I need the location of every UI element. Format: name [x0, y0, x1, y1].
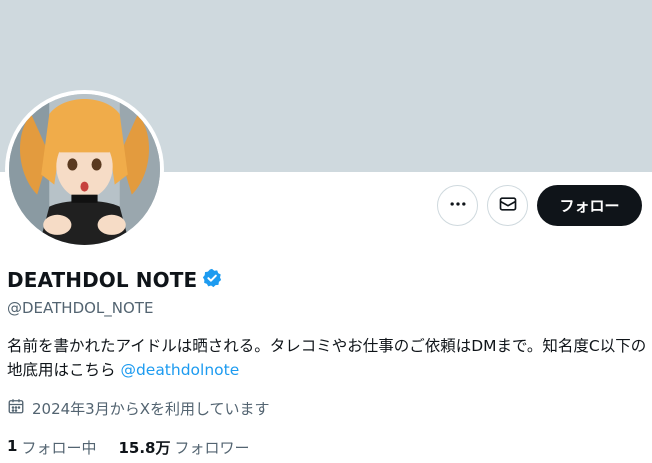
profile-page: フォロー DEATHDOL NOTE @DEATHDOL_NOTE 名前を書かれ… — [0, 0, 652, 463]
handle: @DEATHDOL_NOTE — [7, 299, 154, 317]
joined-date: 2024年3月からXを利用しています — [7, 397, 270, 419]
bio-link[interactable]: @deathdolnote — [120, 361, 239, 379]
following-count: 1 — [7, 437, 18, 455]
followers-count: 15.8万 — [118, 439, 171, 457]
bio-text: 名前を書かれたアイドルは晒される。タレコミやお仕事のご依頼はDMまで。知名度C以… — [7, 337, 647, 379]
name-row: DEATHDOL NOTE — [7, 268, 222, 292]
following-label: フォロー中 — [21, 439, 97, 457]
follow-button[interactable]: フォロー — [537, 185, 642, 226]
more-horizontal-icon — [448, 194, 468, 218]
message-button[interactable] — [487, 185, 528, 226]
follow-stats: 1 フォロー中 15.8万 フォロワー — [7, 437, 249, 458]
verified-badge-icon — [202, 268, 222, 292]
calendar-icon — [7, 397, 25, 419]
profile-bio: 名前を書かれたアイドルは晒される。タレコミやお仕事のご依頼はDMまで。知名度C以… — [7, 334, 647, 382]
display-name: DEATHDOL NOTE — [7, 268, 198, 292]
profile-avatar[interactable] — [5, 90, 164, 249]
profile-actions: フォロー — [437, 185, 642, 226]
more-button[interactable] — [437, 185, 478, 226]
following-stat[interactable]: 1 フォロー中 — [7, 437, 96, 458]
followers-stat[interactable]: 15.8万 フォロワー — [118, 437, 249, 458]
avatar-image — [9, 94, 160, 245]
joined-text: 2024年3月からXを利用しています — [32, 399, 270, 418]
envelope-icon — [498, 194, 518, 218]
avatar-illustration — [9, 94, 160, 245]
followers-label: フォロワー — [174, 439, 250, 457]
